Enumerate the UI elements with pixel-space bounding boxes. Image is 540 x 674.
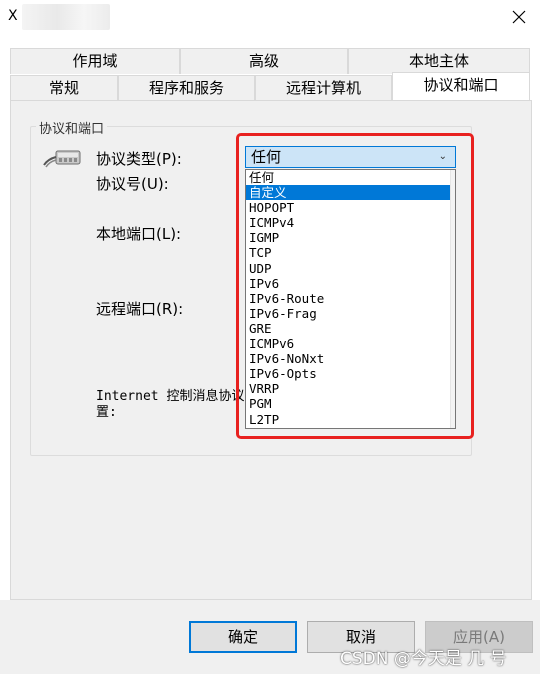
blurred-title <box>22 4 110 30</box>
close-button[interactable] <box>500 2 538 32</box>
ok-button[interactable]: 确定 <box>189 621 297 653</box>
tab-remote-computers[interactable]: 远程计算机 <box>255 75 392 101</box>
protocol-type-dropdown[interactable]: 任何 自定义 HOPOPT ICMPv4 IGMP TCP UDP IPv6 I… <box>245 169 456 429</box>
local-port-label: 本地端口(L): <box>96 225 182 243</box>
tab-advanced[interactable]: 高级 <box>180 48 348 74</box>
tab-scope[interactable]: 作用域 <box>10 48 180 74</box>
dropdown-option-hopopt[interactable]: HOPOPT <box>246 200 455 215</box>
dropdown-option-vrrp[interactable]: VRRP <box>246 381 455 396</box>
tab-protocols-ports[interactable]: 协议和端口 <box>392 72 530 102</box>
dropdown-option-pgm[interactable]: PGM <box>246 396 455 411</box>
dropdown-option-ipv6-frag[interactable]: IPv6-Frag <box>246 306 455 321</box>
icmp-settings-label-line1: Internet 控制消息协议 <box>96 389 245 404</box>
dropdown-option-any[interactable]: 任何 <box>246 170 455 185</box>
dropdown-option-udp[interactable]: UDP <box>246 261 455 276</box>
dropdown-option-ipv6[interactable]: IPv6 <box>246 276 455 291</box>
dropdown-option-icmpv6[interactable]: ICMPv6 <box>246 336 455 351</box>
close-icon <box>512 10 526 24</box>
icmp-settings-label-line2: 置: <box>96 405 117 420</box>
dropdown-option-ipv6-nonxt[interactable]: IPv6-NoNxt <box>246 351 455 366</box>
dropdown-option-ipv6-route[interactable]: IPv6-Route <box>246 291 455 306</box>
network-cable-icon <box>43 150 81 168</box>
dropdown-option-l2tp[interactable]: L2TP <box>246 412 455 427</box>
protocol-type-value: 任何 <box>251 148 282 166</box>
dropdown-option-gre[interactable]: GRE <box>246 321 455 336</box>
dropdown-option-custom[interactable]: 自定义 <box>246 185 455 201</box>
dropdown-scrollbar[interactable] <box>450 170 455 428</box>
protocol-type-label: 协议类型(P): <box>96 150 182 168</box>
remote-port-label: 远程端口(R): <box>96 300 184 318</box>
groupbox-legend: 协议和端口 <box>36 118 108 137</box>
protocol-number-label: 协议号(U): <box>96 175 169 193</box>
dropdown-option-tcp[interactable]: TCP <box>246 245 455 260</box>
protocol-type-select[interactable]: 任何 ⌄ <box>245 146 456 168</box>
csdn-watermark: CSDN @今天是 几 号 <box>340 649 507 669</box>
tab-general[interactable]: 常规 <box>10 75 118 101</box>
chevron-down-icon: ⌄ <box>438 151 447 162</box>
dropdown-option-ipv6-opts[interactable]: IPv6-Opts <box>246 366 455 381</box>
dropdown-option-igmp[interactable]: IGMP <box>246 230 455 245</box>
title-bar: X <box>0 0 540 40</box>
window-title: X <box>8 8 18 24</box>
tab-programs-services[interactable]: 程序和服务 <box>118 75 255 101</box>
tab-local-principals[interactable]: 本地主体 <box>348 48 530 74</box>
dropdown-option-icmpv4[interactable]: ICMPv4 <box>246 215 455 230</box>
